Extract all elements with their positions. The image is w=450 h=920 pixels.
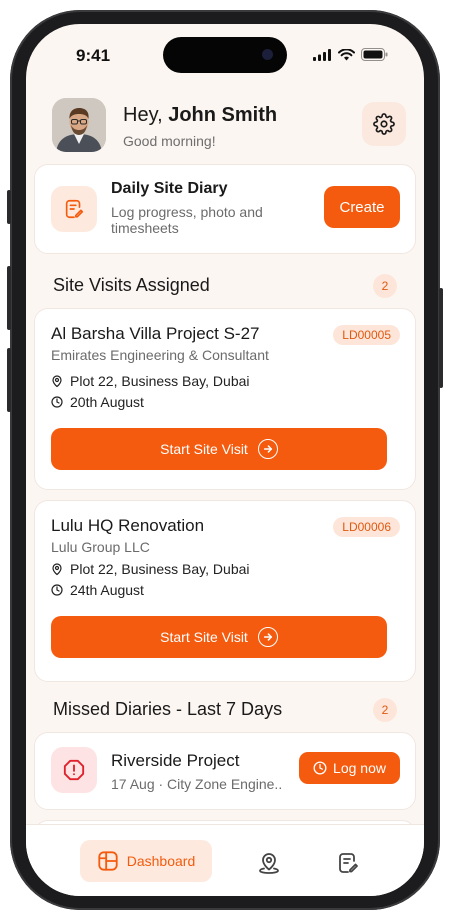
start-site-visit-label: Start Site Visit: [160, 441, 248, 457]
visit-company: Emirates Engineering & Consultant: [51, 347, 269, 363]
volume-up-button: [7, 266, 11, 330]
start-site-visit-button[interactable]: Start Site Visit: [51, 616, 387, 658]
avatar-photo: [52, 98, 106, 152]
visit-code-badge: LD00006: [333, 517, 400, 537]
visit-date-row: 20th August: [51, 394, 144, 410]
arrow-right-circle-icon: [257, 627, 278, 647]
nav-item-map[interactable]: [255, 849, 283, 877]
document-edit-icon: [339, 853, 358, 873]
visit-location-row: Plot 22, Business Bay, Dubai: [51, 561, 250, 577]
dashboard-grid-icon: [98, 851, 118, 871]
status-icons: [313, 48, 388, 61]
visit-date: 20th August: [70, 394, 144, 410]
action-button: [7, 190, 11, 224]
site-visit-card[interactable]: Al Barsha Villa Project S-27 LD00005 Emi…: [34, 308, 416, 490]
create-diary-button[interactable]: Create: [324, 186, 400, 228]
app-screen: 9:41 Hey, John Smith Good morning! Daily…: [26, 24, 424, 896]
visit-company: Lulu Group LLC: [51, 539, 150, 555]
diary-icon-tile: [51, 186, 97, 232]
start-site-visit-button[interactable]: Start Site Visit: [51, 428, 387, 470]
site-visits-heading: Site Visits Assigned: [53, 275, 210, 295]
signal-icon: [313, 48, 331, 61]
dynamic-island: [163, 37, 287, 73]
nav-item-diary[interactable]: [334, 849, 362, 877]
wifi-icon: [338, 48, 355, 60]
avatar[interactable]: [52, 98, 106, 152]
status-time: 9:41: [76, 46, 111, 65]
diary-edit-icon: [65, 199, 84, 219]
visit-date-row: 24th August: [51, 582, 144, 598]
volume-down-button: [7, 348, 11, 412]
location-pin-icon: [52, 374, 62, 387]
site-visits-count-badge: 2: [373, 274, 397, 298]
visit-location: Plot 22, Business Bay, Dubai: [70, 373, 250, 389]
diary-description: Log progress, photo and timesheets: [111, 204, 263, 236]
user-name: John Smith: [168, 104, 278, 126]
greeting-text: Hey, John Smith: [123, 104, 277, 127]
visit-project-name: Lulu HQ Renovation: [51, 516, 205, 535]
arrow-right-circle-icon: [257, 439, 278, 459]
missed-diaries-count-badge: 2: [373, 698, 397, 722]
battery-icon: [361, 48, 388, 61]
visit-location-row: Plot 22, Business Bay, Dubai: [51, 373, 250, 389]
start-site-visit-label: Start Site Visit: [160, 629, 248, 645]
missed-diary-card[interactable]: Riverside Project 17 Aug · City Zone Eng…: [34, 732, 416, 810]
site-visit-card[interactable]: Lulu HQ Renovation LD00006 Lulu Group LL…: [34, 500, 416, 682]
nav-dashboard-label: Dashboard: [126, 853, 196, 869]
missed-diary-meta: 17 Aug · City Zone Engine..: [111, 776, 283, 792]
visit-project-name: Al Barsha Villa Project S-27: [51, 324, 260, 343]
diary-title: Daily Site Diary: [111, 180, 228, 197]
location-pin-icon: [52, 562, 62, 575]
visit-location: Plot 22, Business Bay, Dubai: [70, 561, 250, 577]
settings-gear-icon: [373, 113, 395, 135]
greeting-subtitle: Good morning!: [123, 133, 216, 149]
camera-icon: [262, 49, 273, 60]
bottom-nav: Dashboard: [26, 824, 424, 896]
nav-item-dashboard[interactable]: Dashboard: [80, 840, 212, 882]
log-now-button[interactable]: Log now: [299, 752, 400, 784]
missed-project-name: Riverside Project: [111, 751, 240, 770]
alert-icon: [63, 759, 85, 781]
visit-code-badge: LD00005: [333, 325, 400, 345]
visit-date: 24th August: [70, 582, 144, 598]
missed-diaries-heading: Missed Diaries - Last 7 Days: [53, 699, 283, 719]
greeting-prefix: Hey,: [123, 104, 169, 126]
clock-icon: [51, 584, 63, 596]
clock-icon: [51, 396, 63, 408]
daily-diary-card: Daily Site Diary Log progress, photo and…: [34, 164, 416, 254]
alert-icon-tile: [51, 747, 97, 793]
log-now-label: Log now: [333, 760, 386, 776]
settings-button[interactable]: [362, 102, 406, 146]
clock-icon: [313, 761, 327, 775]
map-pin-icon: [259, 853, 279, 874]
status-bar: 9:41: [26, 24, 424, 88]
power-button: [439, 288, 443, 388]
greeting-header: Hey, John Smith Good morning!: [52, 98, 406, 154]
